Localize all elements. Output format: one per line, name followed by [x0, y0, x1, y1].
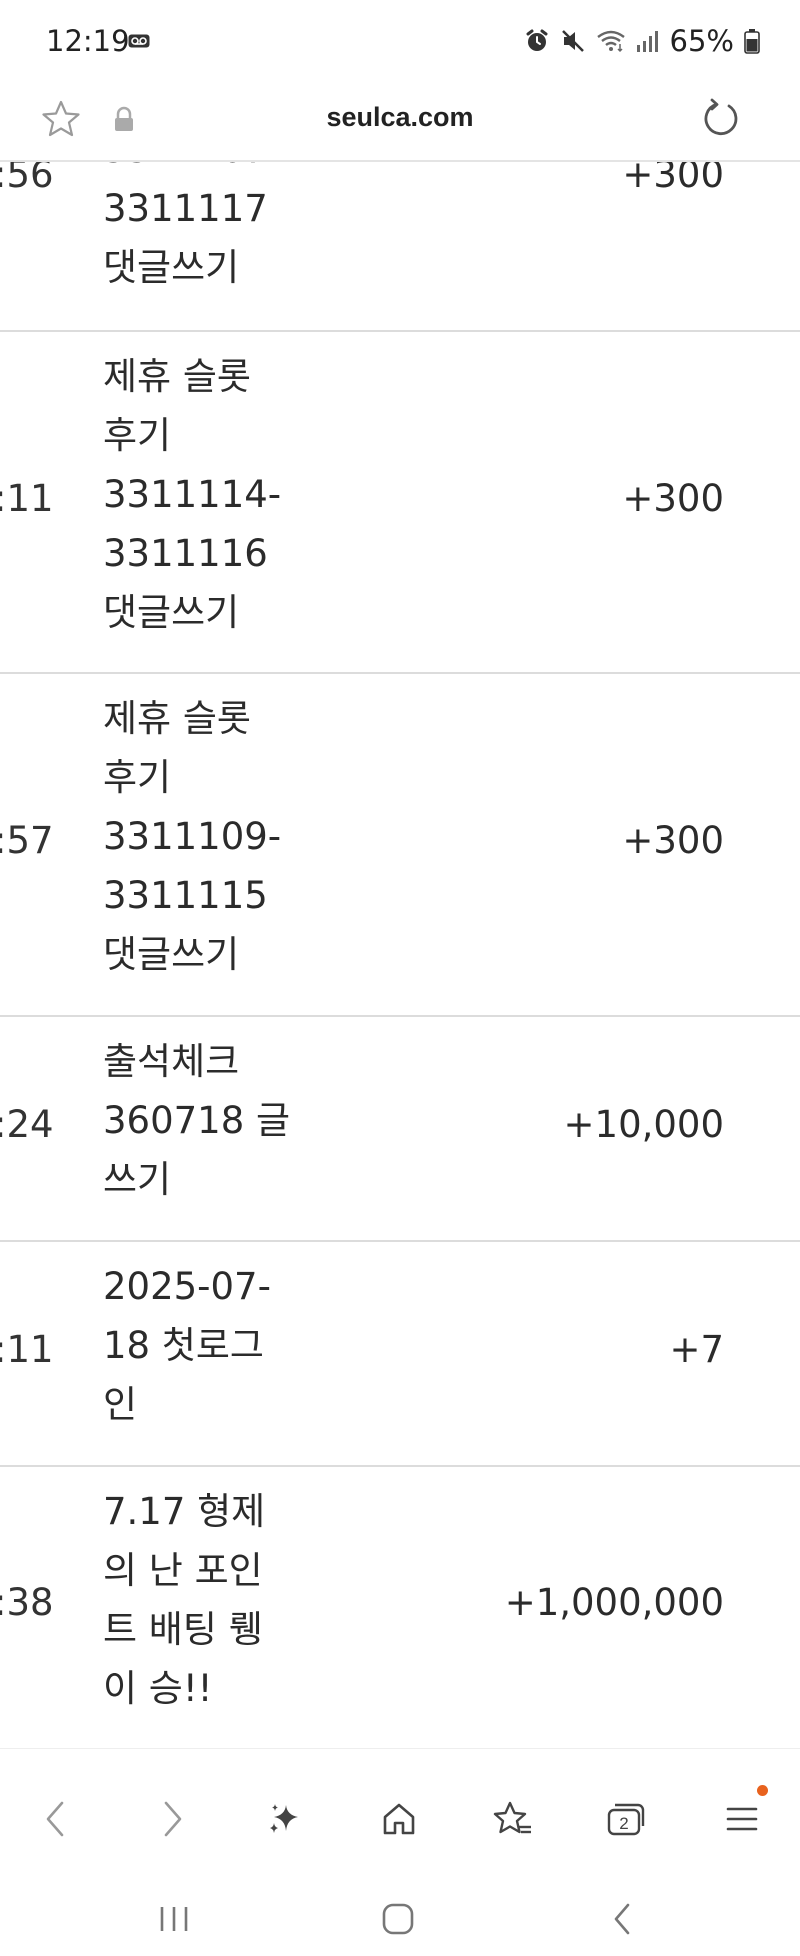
row-time: :11 — [0, 477, 54, 520]
row-points: +1,000,000 — [504, 1581, 724, 1624]
notification-dot — [757, 1785, 768, 1796]
back-icon[interactable] — [28, 1791, 84, 1847]
row-points: +7 — [669, 1328, 724, 1371]
desc-line: 댓글쓰기 — [103, 246, 240, 289]
row-description: 제휴 슬롯 후기 3311114- 3311116 댓글쓰기 — [103, 347, 303, 642]
menu-icon[interactable] — [714, 1785, 770, 1847]
forward-icon[interactable] — [144, 1791, 200, 1847]
desc-line: 출석체크 — [103, 1040, 240, 1083]
row-description: 7.17 형제 의 난 포인 트 배팅 뤵 이 승!! — [103, 1482, 303, 1718]
desc-line: 제휴 슬롯 — [103, 355, 251, 398]
alarm-icon — [524, 28, 550, 54]
mute-icon — [560, 28, 586, 54]
list-item: :38 7.17 형제 의 난 포인 트 배팅 뤵 이 승!! +1,000,0… — [0, 1467, 800, 1748]
battery-icon — [744, 28, 760, 54]
ai-sparkle-icon[interactable] — [256, 1791, 312, 1847]
tabs-icon[interactable]: 2 — [598, 1791, 654, 1847]
desc-line: 댓글쓰기 — [103, 591, 240, 634]
desc-line: 3311116 — [103, 532, 268, 575]
desc-line: 트 배팅 뤵 — [103, 1608, 263, 1651]
row-points: +10,000 — [563, 1103, 724, 1146]
list-item: :57 제휴 슬롯 후기 3311109- 3311115 댓글쓰기 +300 — [0, 674, 800, 1017]
desc-line: 의 난 포인 — [103, 1549, 263, 1592]
desc-line: 쓰기 — [103, 1158, 172, 1201]
desc-line: 3311115 — [103, 874, 268, 917]
row-time: :57 — [0, 819, 54, 862]
desc-line: 3311109- — [103, 815, 282, 858]
list-item: :56 3311107 3311117 댓글쓰기 +300 — [0, 162, 800, 332]
desc-line: 이 승!! — [103, 1667, 213, 1710]
browser-toolbar: 2 — [0, 1748, 800, 1888]
battery-percent: 65% — [669, 24, 734, 58]
reload-icon[interactable] — [698, 96, 744, 146]
system-nav-bar — [0, 1888, 800, 1956]
desc-line: 인 — [103, 1383, 138, 1426]
list-item: :24 출석체크 360718 글 쓰기 +10,000 — [0, 1017, 800, 1242]
home-icon[interactable] — [371, 1791, 427, 1847]
address-bar: seulca.com — [0, 84, 800, 162]
desc-line: 제휴 슬롯 — [103, 697, 251, 740]
list-item: :11 2025-07- 18 첫로그 인 +7 — [0, 1242, 800, 1467]
wifi-icon — [596, 28, 626, 54]
row-description: 3311107 3311117 댓글쓰기 — [103, 162, 303, 297]
desc-line: 후기 — [103, 756, 172, 799]
status-time: 12:19 — [46, 24, 130, 58]
row-description: 출석체크 360718 글 쓰기 — [103, 1032, 303, 1209]
desc-line: 18 첫로그 — [103, 1324, 264, 1367]
desc-line: 360718 글 — [103, 1099, 291, 1142]
desc-line: 3311117 — [103, 187, 268, 230]
row-description: 2025-07- 18 첫로그 인 — [103, 1257, 303, 1434]
desc-line: 2025-07- — [103, 1265, 271, 1308]
recent-apps-icon[interactable] — [144, 1894, 204, 1944]
row-description: 제휴 슬롯 후기 3311109- 3311115 댓글쓰기 — [103, 689, 303, 984]
bookmarks-icon[interactable] — [485, 1791, 541, 1847]
status-icons: 65% — [524, 24, 760, 58]
row-time: :38 — [0, 1581, 54, 1624]
status-bar: 12:19 65% — [0, 0, 800, 84]
signal-icon — [636, 29, 660, 53]
row-time: :56 — [0, 162, 54, 196]
desc-line: 7.17 형제 — [103, 1490, 266, 1533]
tab-count: 2 — [619, 1814, 628, 1833]
desc-line: 3311114- — [103, 473, 282, 516]
row-time: :24 — [0, 1103, 54, 1146]
desc-line: 댓글쓰기 — [103, 933, 240, 976]
row-points: +300 — [622, 477, 724, 520]
row-time: :11 — [0, 1328, 54, 1371]
voicemail-icon — [128, 33, 150, 52]
url-text[interactable]: seulca.com — [0, 102, 800, 133]
desc-line: 후기 — [103, 414, 172, 457]
row-points: +300 — [622, 819, 724, 862]
points-history-list[interactable]: :56 3311107 3311117 댓글쓰기 +300 :11 제휴 슬롯 … — [0, 162, 800, 1748]
list-item: :11 제휴 슬롯 후기 3311114- 3311116 댓글쓰기 +300 — [0, 332, 800, 674]
home-nav-icon[interactable] — [368, 1894, 428, 1944]
desc-line: 3311107 — [103, 162, 303, 179]
row-points: +300 — [622, 162, 724, 196]
back-nav-icon[interactable] — [592, 1894, 652, 1944]
